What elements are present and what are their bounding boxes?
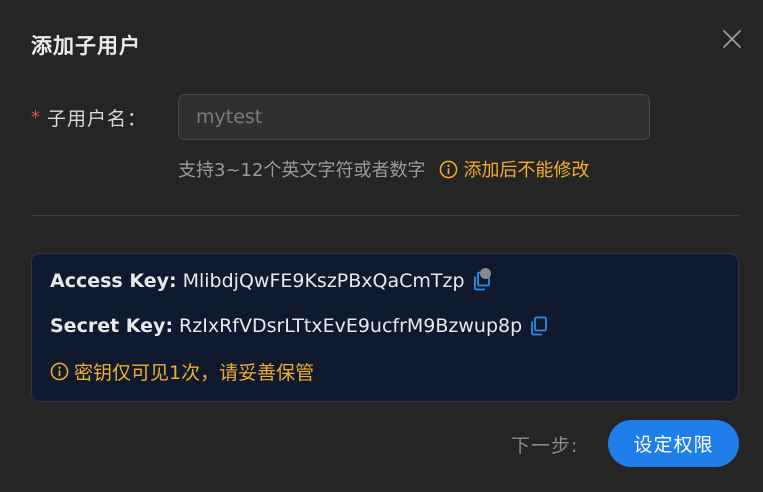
key-notice-text: 密钥仅可见1次，请妥善保管 — [74, 362, 315, 384]
dialog-title: 添加子用户 — [31, 34, 141, 58]
key-notice: 密钥仅可见1次，请妥善保管 — [50, 358, 314, 385]
info-icon — [440, 160, 458, 178]
username-warning-text: 添加后不能修改 — [463, 160, 590, 181]
key-info-panel: Access Key: MlibdjQwFE9KszPBxQaCmTzp Sec… — [31, 253, 739, 402]
secret-key-value: RzIxRfVDsrLTtxEvE9ucfrM9Bzwup8p — [179, 315, 523, 337]
info-icon — [50, 362, 69, 381]
divider — [31, 215, 739, 216]
username-warning: 添加后不能修改 — [439, 156, 589, 182]
copy-icon[interactable] — [530, 316, 548, 336]
username-hint: 支持3~12个英文字符或者数字 — [178, 160, 426, 181]
access-key-label: Access Key: — [50, 270, 177, 292]
username-hint-row: 支持3~12个英文字符或者数字 添加后不能修改 — [178, 154, 589, 184]
access-key-value: MlibdjQwFE9KszPBxQaCmTzp — [182, 270, 465, 292]
add-subuser-dialog: 添加子用户 * 子用户名： 支持3~12个英文字符或者数字 添加后不能修改 Ac… — [0, 0, 763, 492]
secret-key-row: Secret Key: RzIxRfVDsrLTtxEvE9ucfrM9Bzwu… — [50, 315, 548, 337]
secret-key-label: Secret Key: — [50, 315, 174, 337]
next-step-label: 下一步: — [511, 435, 579, 457]
username-field-label-row: * 子用户名： — [31, 94, 147, 140]
access-key-row: Access Key: MlibdjQwFE9KszPBxQaCmTzp — [50, 270, 491, 292]
required-mark: * — [31, 106, 40, 128]
cursor-dot — [480, 268, 491, 279]
close-icon[interactable] — [720, 27, 744, 51]
username-input[interactable] — [178, 94, 650, 140]
username-label: 子用户名： — [47, 107, 148, 130]
set-permissions-button[interactable]: 设定权限 — [608, 420, 739, 467]
